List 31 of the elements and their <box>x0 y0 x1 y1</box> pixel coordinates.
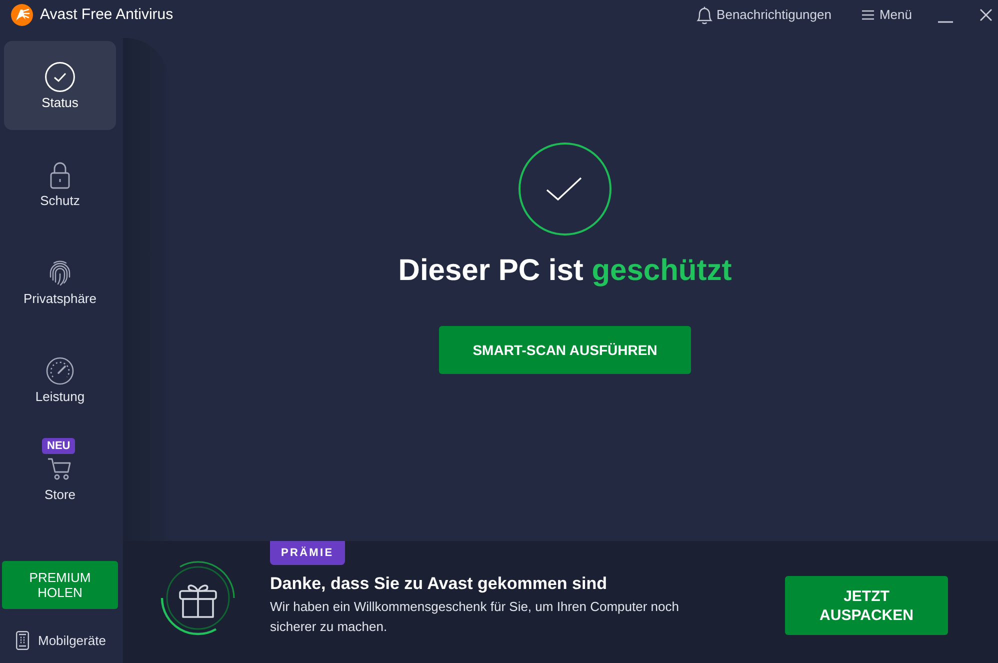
sidebar-item[interactable]: NEU Store <box>4 433 116 522</box>
banner-title: Danke, dass Sie zu Avast gekommen sind <box>270 573 607 595</box>
check-circle-icon <box>518 142 612 236</box>
new-badge: NEU <box>42 438 76 454</box>
unpack-button[interactable]: JETZT AUSPACKEN <box>785 576 948 635</box>
window-title: Avast Free Antivirus <box>40 4 174 25</box>
sidebar-item[interactable]: Leistung <box>4 335 116 424</box>
mobile-devices-link[interactable]: Mobilgeräte <box>16 630 123 650</box>
close-button[interactable] <box>980 9 992 21</box>
status-heading: Dieser PC ist geschützt <box>398 253 732 289</box>
sidebar-item[interactable]: Privatsphäre <box>4 237 116 326</box>
lock-icon <box>50 161 70 189</box>
fingerprint-icon <box>48 259 72 287</box>
check-circle-icon <box>45 62 75 92</box>
close-icon <box>980 9 992 21</box>
gift-icon <box>160 560 236 636</box>
logo-icon <box>11 4 33 26</box>
menu-button[interactable]: Menü <box>862 5 912 25</box>
reward-badge: PRÄMIE <box>270 541 345 565</box>
menu-icon <box>862 10 874 20</box>
cart-icon <box>47 457 73 481</box>
sidebar-item[interactable]: Schutz <box>4 139 116 228</box>
premium-button[interactable]: PREMIUM HOLEN <box>2 560 118 608</box>
bell-icon <box>696 6 713 24</box>
minimize-icon <box>938 21 953 23</box>
smart-scan-button[interactable]: SMART-SCAN AUSFÜHREN <box>439 326 691 374</box>
banner-text: Wir haben ein Willkommensgeschenk für Sie, um Ihren Computer noch sicherer zu machen. <box>270 598 680 636</box>
sidebar-item[interactable]: Status <box>4 41 116 130</box>
notifications-button[interactable]: Benachrichtigungen <box>696 5 832 25</box>
phone-icon <box>16 630 29 650</box>
gauge-icon <box>46 357 74 385</box>
